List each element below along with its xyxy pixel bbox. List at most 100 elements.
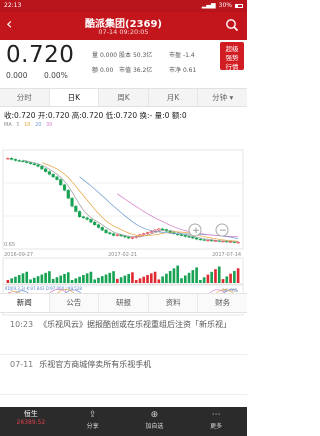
news-time: 07-11	[10, 360, 34, 369]
candle-body	[93, 221, 97, 225]
volume-bar	[59, 275, 63, 283]
volume-bar	[32, 277, 36, 283]
news-item[interactable]: 10:23 《乐视风云》据报酷创或在乐视重组后注资「新乐视」	[0, 315, 247, 355]
candle-body	[36, 164, 40, 167]
volume-bar	[195, 267, 198, 283]
volume-bar	[89, 271, 93, 283]
candle-body	[59, 179, 63, 186]
news-item[interactable]: 07-11 乐视官方商城停卖所有乐视手机	[0, 355, 247, 395]
volume-bar	[221, 279, 225, 283]
candle-body	[228, 241, 233, 243]
volume-bar	[187, 272, 191, 283]
volume-bar	[48, 271, 51, 283]
volume-bar	[157, 279, 161, 283]
candle-body	[127, 236, 131, 239]
tab-intraday[interactable]: 分时	[0, 89, 50, 106]
stat-pb: 市净 0.61	[169, 67, 197, 74]
volume-bar	[180, 278, 183, 283]
tab-profile[interactable]: 资料	[149, 294, 199, 312]
share-label: 分享	[86, 423, 99, 430]
zoom-in-button[interactable]: +	[188, 223, 202, 237]
volume-bar	[134, 280, 138, 283]
candle-body	[183, 235, 187, 237]
zoom-out-button[interactable]: −	[215, 223, 229, 237]
index-name: 恒生	[23, 410, 38, 418]
volume-bar	[93, 279, 97, 283]
add-watchlist-button[interactable]: ⊕ 加自选	[124, 407, 186, 436]
candle-body	[89, 219, 93, 223]
more-button[interactable]: ⋯ 更多	[185, 407, 247, 436]
volume-bar	[10, 278, 13, 283]
volume-bar	[97, 277, 100, 283]
volume-bar	[229, 273, 232, 283]
volume-bar	[183, 275, 187, 283]
promo-badge[interactable]: 超级 强势 行情	[220, 42, 244, 71]
tab-daily-k[interactable]: 日K	[49, 89, 100, 106]
signal-icon: ▂▄▆	[201, 2, 216, 9]
candle-body	[10, 158, 14, 160]
bottom-toolbar: 恒生 26389.52 ⇪ 分享 ⊕ 加自选 ⋯ 更多	[0, 407, 247, 436]
volume-bar	[66, 272, 70, 283]
volume-bar	[225, 276, 229, 283]
tab-research[interactable]: 研报	[99, 294, 149, 312]
volume-bar	[161, 276, 164, 283]
volume-bar	[70, 280, 74, 283]
volume-bar	[116, 278, 119, 283]
candle-body	[123, 235, 127, 238]
volume-bar	[85, 273, 89, 283]
news-headline: 《乐视风云》据报酷创或在乐视重组后注资「新乐视」	[39, 320, 232, 329]
x-start-label: 2016-09-27	[4, 252, 33, 258]
tab-weekly-k[interactable]: 周K	[99, 89, 149, 106]
stock-header: ‹ 酷派集团(2369) 07-14 09:20:05	[0, 12, 247, 40]
candle-body	[213, 240, 218, 242]
candle-body	[104, 229, 108, 233]
tab-monthly-k[interactable]: 月K	[149, 89, 199, 106]
candle-body	[96, 224, 101, 228]
tab-news[interactable]: 新闻	[0, 294, 50, 312]
candle-body	[74, 205, 78, 212]
volume-bar	[29, 279, 32, 283]
add-watchlist-label: 加自选	[145, 423, 164, 430]
candle-body	[40, 166, 44, 170]
battery-icon	[235, 3, 243, 8]
tab-minute[interactable]: 分钟 ▾	[198, 89, 247, 106]
volume-bar	[78, 276, 81, 283]
candle-body	[17, 160, 21, 162]
tab-financials[interactable]: 财务	[198, 294, 247, 312]
ma-lines-group	[22, 159, 239, 243]
battery-text: 30%	[218, 2, 232, 9]
plus-icon: ⊕	[150, 410, 159, 420]
share-button[interactable]: ⇪ 分享	[62, 407, 124, 436]
candle-body	[198, 238, 202, 241]
volume-bars-group	[6, 265, 240, 283]
search-icon[interactable]	[225, 18, 239, 32]
volume-bar	[131, 272, 134, 283]
candle-body	[130, 237, 135, 239]
status-bar: 22:13 ▂▄▆ 30%	[0, 0, 247, 12]
hsi-index-button[interactable]: 恒生 26389.52	[0, 407, 62, 436]
volume-bar	[142, 276, 146, 283]
candle-body	[81, 216, 85, 219]
tab-announcements[interactable]: 公告	[50, 294, 100, 312]
candle-body	[115, 234, 119, 236]
stat-pe: 市盈 -1.4	[169, 52, 195, 59]
volume-bar	[6, 280, 10, 283]
svg-text:+: +	[192, 226, 200, 236]
volume-bar	[210, 271, 214, 283]
volume-bar	[206, 274, 210, 283]
volume-bar	[21, 273, 25, 283]
share-icon: ⇪	[88, 410, 97, 420]
stat-share-capital: 股本 50.3亿	[119, 52, 153, 59]
candle-body	[195, 237, 199, 240]
candle-body	[161, 228, 165, 231]
candle-body	[157, 228, 161, 231]
candle-body	[236, 242, 240, 244]
volume-bar	[40, 274, 44, 283]
news-list: 10:23 《乐视风云》据报酷创或在乐视重组后注资「新乐视」 07-11 乐视官方商…	[0, 315, 247, 395]
price-change: 0.000	[6, 71, 28, 80]
y-min-label: 0.65	[4, 242, 15, 248]
volume-bar	[123, 275, 127, 283]
ohlc-info-line: 收:0.720 开:0.720 高:0.720 低:0.720 换:- 量:0 …	[4, 111, 187, 120]
news-headline: 乐视官方商城停卖所有乐视手机	[39, 360, 152, 369]
volume-bar	[127, 273, 130, 283]
